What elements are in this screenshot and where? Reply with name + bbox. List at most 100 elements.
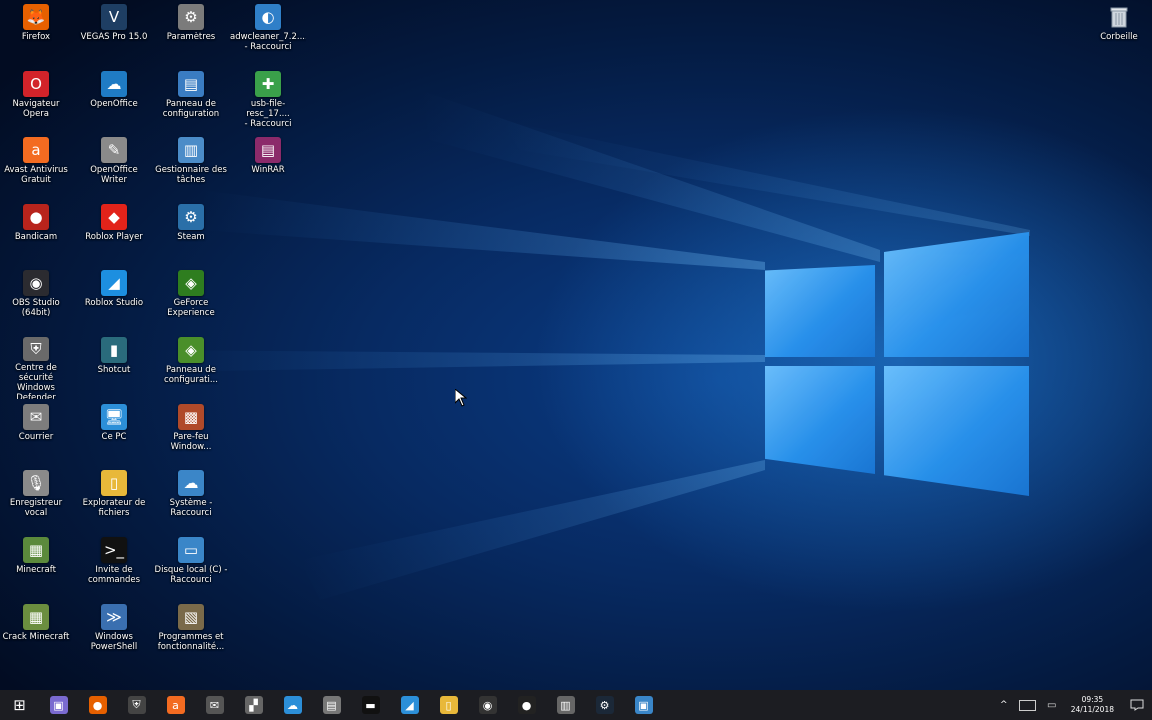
vegas-icon: V <box>101 4 127 30</box>
desktop[interactable]: 🦊 Firefox O Navigateur Opera a Avast Antiviru… <box>0 0 1152 690</box>
steam-icon: ⚙ <box>595 696 614 714</box>
desktop-shortcut-label: Disque local (C) - Raccourci <box>154 565 228 585</box>
desktop-shortcut[interactable]: ≫ Windows PowerShell <box>76 600 152 666</box>
taskbar-app-16[interactable]: ▣ <box>624 690 663 720</box>
taskbar-app-1[interactable]: ▣ <box>39 690 78 720</box>
desktop-shortcut[interactable]: ▯ Explorateur de fichiers <box>76 466 152 532</box>
desktop-shortcut[interactable]: ▮ Shotcut <box>76 333 152 399</box>
desktop-shortcut[interactable]: ◈ Panneau de configurati... <box>153 333 229 399</box>
desktop-shortcut-label: Roblox Studio <box>84 298 144 308</box>
voice-recorder-icon: 🎙 <box>23 470 49 496</box>
taskbar-app-8[interactable]: ▤ <box>312 690 351 720</box>
desktop-shortcut-label: Steam <box>177 232 205 242</box>
taskbar-app-14[interactable]: ▥ <box>546 690 585 720</box>
clock-time: 09:35 <box>1081 695 1104 704</box>
desktop-shortcut[interactable]: ◉ OBS Studio (64bit) <box>0 266 74 332</box>
desktop-shortcut-label: Avast Antivirus Gratuit <box>4 165 68 185</box>
taskbar-bandicam[interactable]: ● <box>507 690 546 720</box>
desktop-shortcut[interactable]: ◆ Roblox Player <box>76 200 152 266</box>
avast-icon: a <box>23 137 49 163</box>
app-icon: ◢ <box>400 696 419 714</box>
desktop-shortcut[interactable]: ✉ Courrier <box>0 400 74 466</box>
windows-logo-pane-bottom-left <box>765 366 875 474</box>
desktop-shortcut[interactable]: ☁ Système - Raccourci <box>153 466 229 532</box>
defender-icon: ⛨ <box>23 337 49 361</box>
desktop-shortcut-label: Ce PC <box>101 432 127 442</box>
desktop-shortcut-label: OpenOffice Writer <box>90 165 138 185</box>
desktop-shortcut[interactable]: ▧ Programmes et fonctionnalité... <box>153 600 229 666</box>
taskbar-explorer[interactable]: ▯ <box>429 690 468 720</box>
opera-icon: O <box>23 71 49 97</box>
app-icon: ▥ <box>556 696 575 714</box>
desktop-shortcut[interactable]: ✚ usb-file-resc_17.... - Raccourci <box>230 67 306 133</box>
desktop-shortcut[interactable]: 🦊 Firefox <box>0 0 74 66</box>
this-pc-icon: 🖥 <box>101 404 127 430</box>
system-icon: ☁ <box>178 470 204 496</box>
desktop-shortcut-label: OpenOffice <box>90 99 138 109</box>
openoffice-writer-icon: ✎ <box>101 137 127 163</box>
desktop-shortcut[interactable]: ⚙ Steam <box>153 200 229 266</box>
taskbar-clock[interactable]: 09:35 24/11/2018 <box>1063 695 1122 715</box>
desktop-shortcut[interactable]: ◈ GeForce Experience <box>153 266 229 332</box>
record-icon: ● <box>517 696 536 714</box>
desktop-shortcut-label: Minecraft <box>16 565 56 575</box>
taskbar-avast[interactable]: a <box>156 690 195 720</box>
desktop-shortcut-label: Bandicam <box>14 232 58 242</box>
windows-logo-icon: ⊞ <box>13 696 26 714</box>
action-center-icon[interactable] <box>1122 690 1152 720</box>
roblox-icon: ◆ <box>101 204 127 230</box>
adwcleaner-icon: ◐ <box>255 4 281 30</box>
openoffice-icon: ☁ <box>101 71 127 97</box>
taskbar-app-10[interactable]: ◢ <box>390 690 429 720</box>
taskbar-firefox[interactable]: ● <box>78 690 117 720</box>
desktop-shortcut-label: usb-file-resc_17.... - Raccourci <box>244 99 292 129</box>
desktop-shortcut[interactable]: ✎ OpenOffice Writer <box>76 133 152 199</box>
desktop-shortcut[interactable]: ▭ Disque local (C) - Raccourci <box>153 533 229 599</box>
tray-show-hidden-icon[interactable]: ^ <box>993 690 1015 720</box>
desktop-shortcut[interactable]: ▤ WinRAR <box>230 133 306 199</box>
file-explorer-icon: ▯ <box>101 470 127 496</box>
desktop-shortcut-label: Panneau de configurati... <box>164 365 218 385</box>
desktop-shortcut[interactable]: a Avast Antivirus Gratuit <box>0 133 74 199</box>
minecraft-crack-icon: ▦ <box>23 604 49 630</box>
app-icon: ▤ <box>322 696 341 714</box>
desktop-shortcut[interactable]: O Navigateur Opera <box>0 67 74 133</box>
desktop-shortcut[interactable]: ◐ adwcleaner_7.2.... - Raccourci <box>230 0 306 66</box>
taskbar-app-7[interactable]: ☁ <box>273 690 312 720</box>
desktop-shortcut[interactable]: ▦ Crack Minecraft <box>0 600 74 666</box>
tray-keyboard-icon[interactable] <box>1015 690 1041 720</box>
geforce-icon: ◈ <box>178 270 204 296</box>
taskbar-app-6[interactable]: ▞ <box>234 690 273 720</box>
desktop-shortcut[interactable]: V VEGAS Pro 15.0 <box>76 0 152 66</box>
desktop-shortcut[interactable]: ● Bandicam <box>0 200 74 266</box>
taskbar-steam[interactable]: ⚙ <box>585 690 624 720</box>
desktop-shortcut[interactable]: ☁ OpenOffice <box>76 67 152 133</box>
start-button[interactable]: ⊞ <box>0 690 39 720</box>
desktop-shortcut[interactable]: >_ Invite de commandes <box>76 533 152 599</box>
obs-icon: ◉ <box>478 696 497 714</box>
desktop-shortcut[interactable]: ⛨ Centre de sécurité Windows Defender <box>0 333 74 399</box>
desktop-shortcut-label: VEGAS Pro 15.0 <box>80 32 148 42</box>
taskbar-obs[interactable]: ◉ <box>468 690 507 720</box>
obs-icon: ◉ <box>23 270 49 296</box>
windows-logo-pane-top-right <box>884 232 1029 357</box>
taskbar: ⊞ ▣ ● ⛨ a ✉ ▞ ☁ ▤ ▬ ◢ ▯ ◉ ● ▥ ⚙ ▣ ^ ▭ 09:35 24/11/2018 <box>0 690 1152 720</box>
recycle-bin-shortcut[interactable]: Corbeille <box>1081 0 1152 66</box>
avast-icon: a <box>166 696 185 714</box>
tray-volume-icon[interactable]: ▭ <box>1041 690 1063 720</box>
desktop-shortcut[interactable]: 🖥 Ce PC <box>76 400 152 466</box>
firefox-icon: 🦊 <box>23 4 49 30</box>
desktop-shortcut[interactable]: ▥ Gestionnaire des tâches <box>153 133 229 199</box>
desktop-shortcut[interactable]: ▩ Pare-feu Window... <box>153 400 229 466</box>
desktop-shortcut[interactable]: 🎙 Enregistreur vocal <box>0 466 74 532</box>
desktop-shortcut-label: Courrier <box>18 432 54 442</box>
desktop-shortcut[interactable]: ⚙ Paramètres <box>153 0 229 66</box>
recycle-bin-icon <box>1106 4 1132 30</box>
taskbar-defender[interactable]: ⛨ <box>117 690 156 720</box>
taskbar-cmd[interactable]: ▬ <box>351 690 390 720</box>
desktop-shortcut-label: Centre de sécurité Windows Defender <box>15 362 57 399</box>
desktop-shortcut[interactable]: ◢ Roblox Studio <box>76 266 152 332</box>
desktop-shortcut[interactable]: ▤ Panneau de configuration <box>153 67 229 133</box>
taskbar-mail[interactable]: ✉ <box>195 690 234 720</box>
desktop-shortcut[interactable]: ▦ Minecraft <box>0 533 74 599</box>
